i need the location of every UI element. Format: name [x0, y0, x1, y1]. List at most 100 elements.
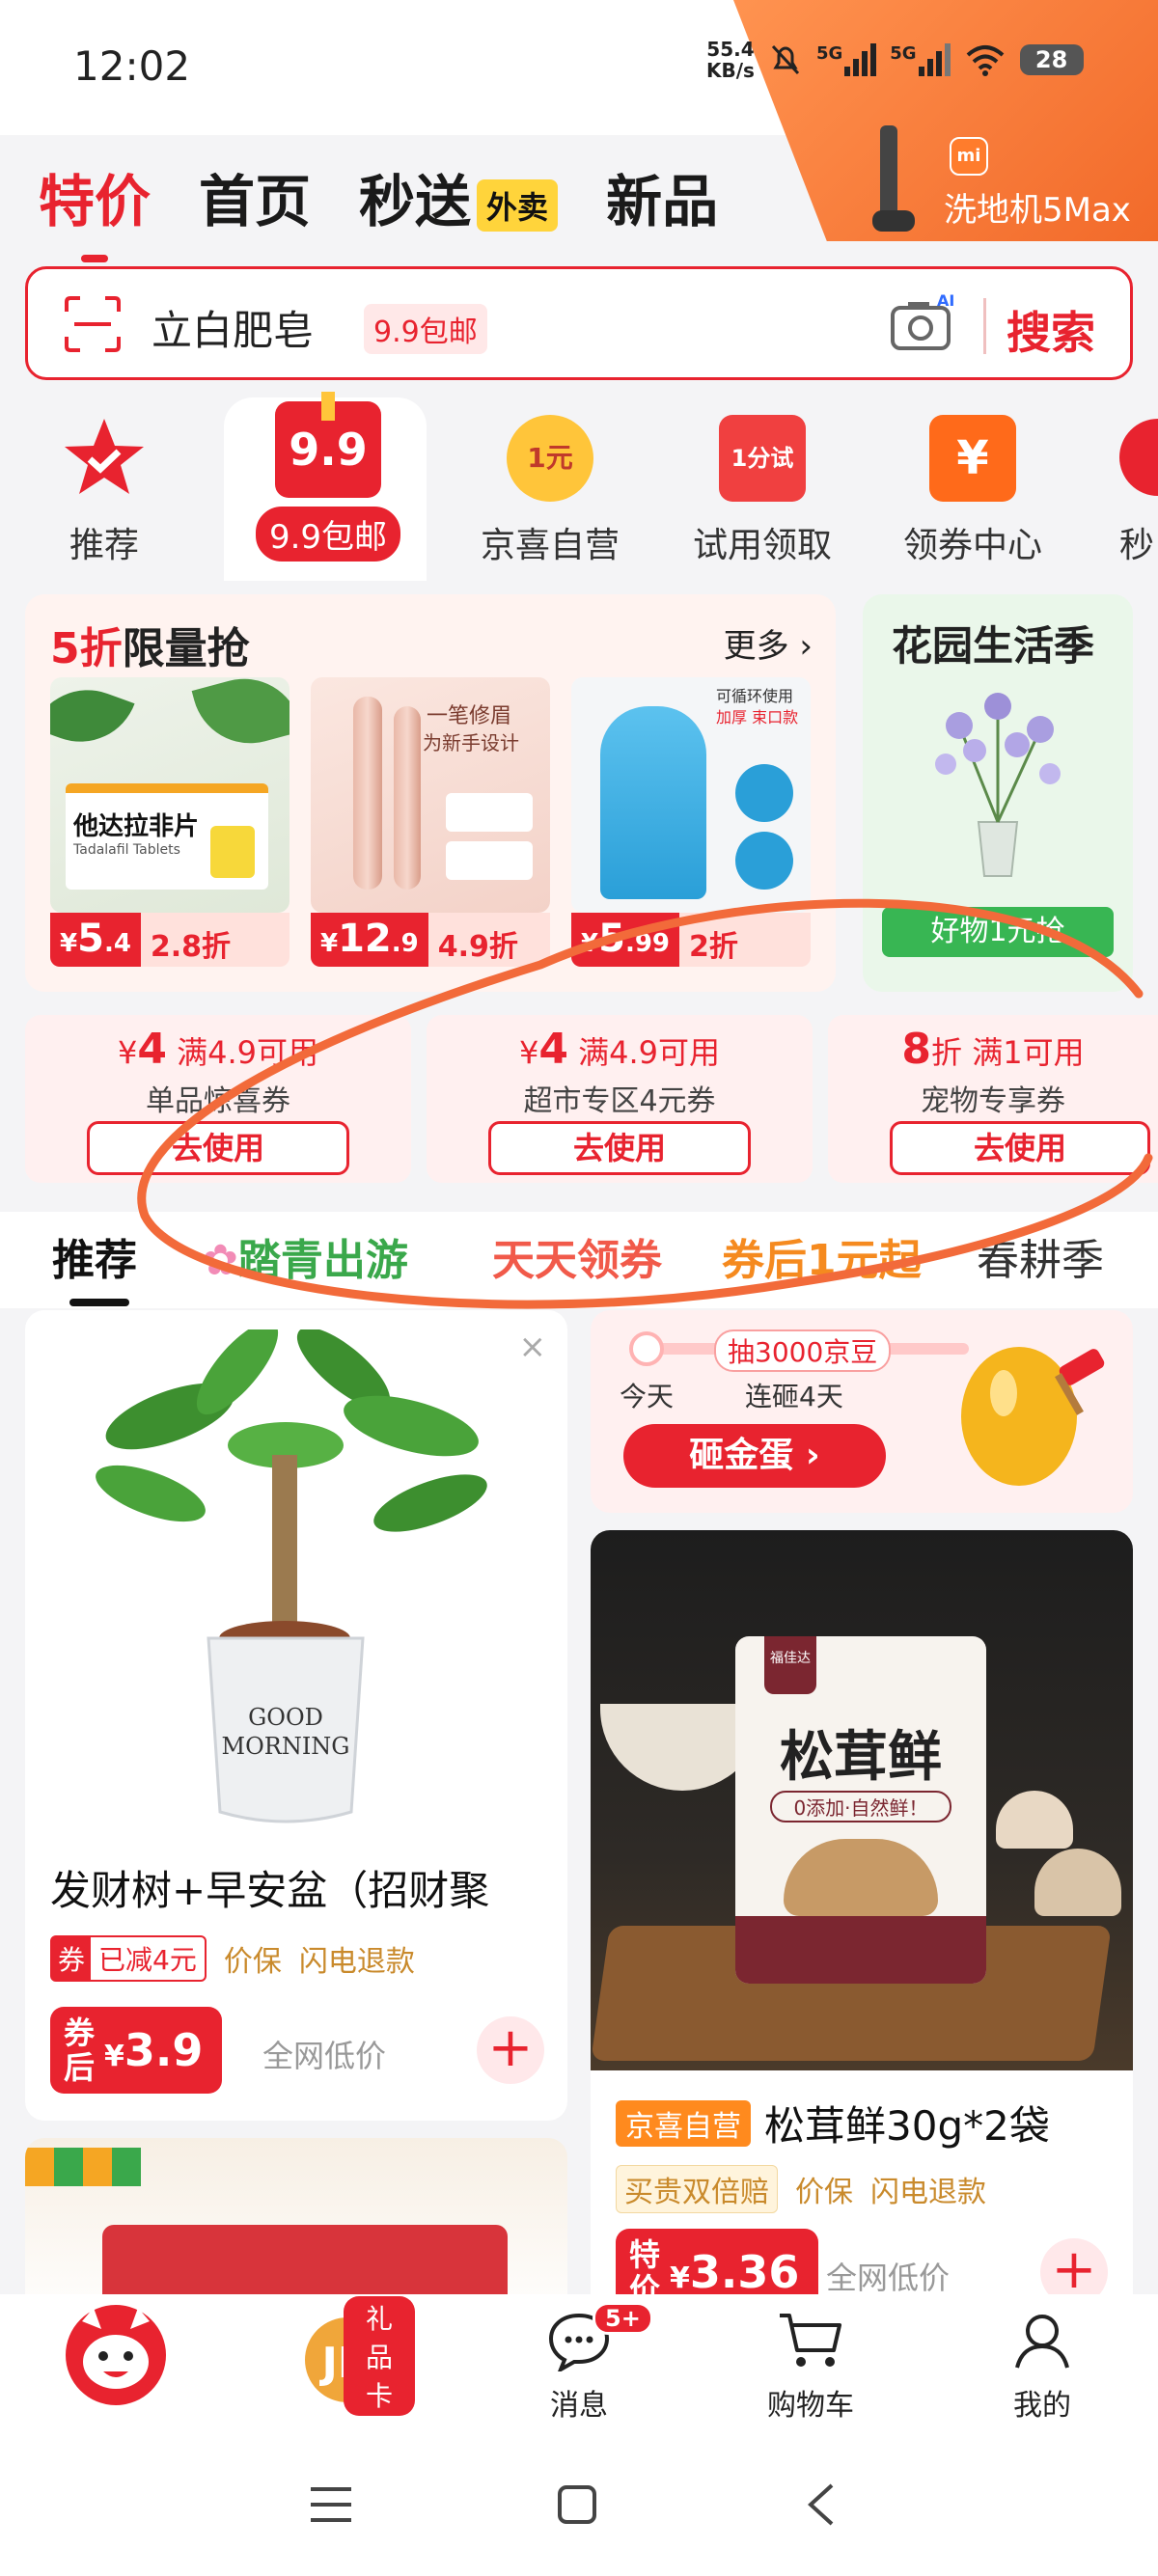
product-image: 他达拉非片 Tadalafil Tablets [50, 677, 290, 913]
svg-text:MORNING: MORNING [222, 1733, 350, 1760]
flash-sale-more[interactable]: 更多 › [724, 619, 813, 667]
system-nav-bar [0, 2429, 1158, 2576]
flash-price-bar: ¥12.9 4.9折 [311, 913, 550, 967]
product-image: 可循环使用 加厚 束口款 [571, 677, 811, 913]
tab-new[interactable]: 新品 [606, 156, 718, 237]
category-trial[interactable]: 1分试 试用领取 [666, 405, 859, 567]
tab-home[interactable]: 首页 [199, 156, 311, 237]
search-tag: 9.9包邮 [364, 304, 487, 354]
tab-recommend[interactable]: 推荐 [52, 1225, 137, 1306]
status-icons: 55.4 KB/s 5G 5G 28 [706, 39, 1084, 81]
flash-product-2[interactable]: 一笔修眉 为新手设计 ¥12.9 4.9折 [311, 677, 550, 967]
tab-spring[interactable]: 春耕季 [977, 1225, 1104, 1287]
flash-product-1[interactable]: 他达拉非片 Tadalafil Tablets ¥5.4 2.8折 [50, 677, 290, 967]
use-coupon-button[interactable]: 去使用 [87, 1121, 349, 1175]
gift-box-icon: 9.9 [275, 392, 381, 498]
coin-icon: 1元 [507, 415, 593, 502]
gold-egg-card[interactable]: 抽3000京豆 今天 连砸4天 砸金蛋 › [591, 1310, 1133, 1513]
product-card-plant[interactable]: × GOOD MORNING 发财树+早安盆（招财聚 券 已减4元 价保 闪电退… [25, 1310, 567, 2121]
low-price-label: 全网低价 [262, 2038, 387, 2074]
product-title: 松茸鲜30g*2袋 [764, 2102, 1050, 2150]
product-image: GOOD MORNING [96, 1329, 487, 1823]
garden-section[interactable]: 花园生活季 好物1元抢 [863, 594, 1133, 992]
back-icon[interactable] [803, 2481, 838, 2528]
category-partial[interactable]: 秒 [1119, 405, 1158, 567]
product-image: 一笔修眉 为新手设计 [311, 677, 550, 913]
coupon-3[interactable]: 8折 满1可用 宠物专享券 去使用 [828, 1015, 1158, 1183]
pack-logo: 福佳达 [764, 1636, 816, 1694]
streak-badge: 抽3000京豆 [714, 1329, 892, 1372]
product-card-mushroom[interactable]: 福佳达 松茸鲜 0添加·自然鲜！ 京喜自营 松茸鲜30g*2袋 买贵双倍赔 价保… [591, 1530, 1133, 2333]
nav-messages[interactable]: 消息 5+ [511, 2302, 653, 2424]
user-icon [1015, 2315, 1069, 2369]
flash-price-bar: ¥5.4 2.8折 [50, 913, 290, 967]
flash-price-bar: ¥5.99 2折 [571, 913, 811, 967]
svg-text:GOOD: GOOD [248, 1704, 323, 1731]
coupon-2[interactable]: ¥4 满4.9可用 超市专区4元券 去使用 [427, 1015, 813, 1183]
smash-egg-button[interactable]: 砸金蛋 › [623, 1424, 886, 1488]
signal-1: 5G [816, 43, 877, 76]
nav-home[interactable] [48, 2305, 183, 2412]
nav-profile[interactable]: 我的 [975, 2310, 1110, 2424]
cart-icon [780, 2314, 841, 2367]
flower-icon: ✿ [203, 1236, 238, 1285]
add-to-cart-button[interactable]: + [477, 2016, 544, 2084]
category-jingxi[interactable]: 1元 京喜自营 [454, 405, 647, 567]
camera-icon[interactable]: AI [889, 292, 956, 354]
category-coupon-center[interactable]: ¥ 领券中心 [876, 405, 1069, 567]
mute-bell-icon [771, 44, 800, 75]
product-tags: 买贵双倍赔 价保 闪电退款 [616, 2165, 986, 2213]
search-button[interactable]: 搜索 [1006, 298, 1095, 362]
partial-icon [1119, 419, 1158, 496]
search-input[interactable]: 立白肥皂 [152, 298, 314, 357]
signal-2: 5G [890, 43, 951, 76]
use-coupon-button[interactable]: 去使用 [890, 1121, 1150, 1175]
nav-gift-card[interactable]: JD 礼品卡 [280, 2296, 415, 2416]
today-label: 今天 [620, 1381, 675, 1412]
content-tabs: 推荐 ✿踏青出游 天天领券 券后1元起 春耕季 [0, 1212, 1158, 1308]
garden-title: 花园生活季 [892, 622, 1095, 670]
category-recommend[interactable]: 推荐 [8, 405, 201, 567]
nav-cart[interactable]: 购物车 [743, 2310, 878, 2424]
wifi-icon [966, 45, 1004, 76]
streak-dot [629, 1331, 664, 1366]
tab-miaosong[interactable]: 秒送 外卖 [359, 156, 559, 237]
category-99[interactable]: 9.9 9.9包邮 [232, 392, 425, 564]
bunting-decoration [25, 2148, 141, 2186]
use-coupon-button[interactable]: 去使用 [488, 1121, 751, 1175]
mi-logo: mi [950, 137, 988, 176]
flower-vase-image [935, 693, 1061, 877]
jd-mascot-icon [66, 2305, 166, 2405]
close-icon[interactable]: × [519, 1328, 547, 1366]
tab-outing[interactable]: ✿踏青出游 [203, 1225, 408, 1287]
product-tags: 券 已减4元 价保 闪电退款 [50, 1935, 415, 1982]
waimai-badge: 外卖 [477, 178, 559, 232]
menu-icon[interactable] [307, 2483, 355, 2526]
net-speed: 55.4 KB/s [706, 38, 755, 82]
category-row: 推荐 9.9 9.9包邮 1元 京喜自营 1分试 试用领取 ¥ 领券中心 秒 [0, 392, 1158, 581]
tab-daily-coupon[interactable]: 天天领券 [492, 1225, 662, 1287]
flash-sale-title: 5折限量抢 [50, 624, 250, 673]
golden-egg-icon [961, 1347, 1105, 1486]
low-price-label: 全网低价 [826, 2260, 951, 2296]
shop-tag: 京喜自营 [616, 2099, 751, 2147]
tab-tejia[interactable]: 特价 [39, 156, 151, 262]
scan-icon[interactable] [63, 294, 123, 354]
battery-indicator: 28 [1019, 44, 1084, 75]
coupon-icon: ¥ [929, 415, 1016, 502]
search-bar[interactable]: 立白肥皂 9.9包邮 AI 搜索 [25, 266, 1133, 380]
flash-sale-section[interactable]: 5折限量抢 更多 › 他达拉非片 Tadalafil Tablets ¥5.4 … [25, 594, 836, 992]
garden-button[interactable]: 好物1元抢 [882, 907, 1114, 957]
coupon-1[interactable]: ¥4 满4.9可用 单品惊喜券 去使用 [25, 1015, 411, 1183]
mop-base-icon [872, 210, 915, 232]
svg-text:AI: AI [937, 292, 954, 310]
tab-1yuan[interactable]: 券后1元起 [722, 1225, 922, 1287]
gift-card-badge: 礼品卡 [344, 2296, 415, 2416]
flash-product-3[interactable]: 可循环使用 加厚 束口款 ¥5.99 2折 [571, 677, 811, 967]
promo-text[interactable]: 洗地机5Max [944, 183, 1131, 231]
home-square-icon[interactable] [556, 2483, 598, 2526]
status-time: 12:02 [73, 42, 191, 90]
top-tabs: 特价 首页 秒送 外卖 新品 [39, 156, 718, 262]
product-price: 券后 ¥3.9 [50, 2007, 223, 2094]
star-check-icon [65, 419, 144, 494]
